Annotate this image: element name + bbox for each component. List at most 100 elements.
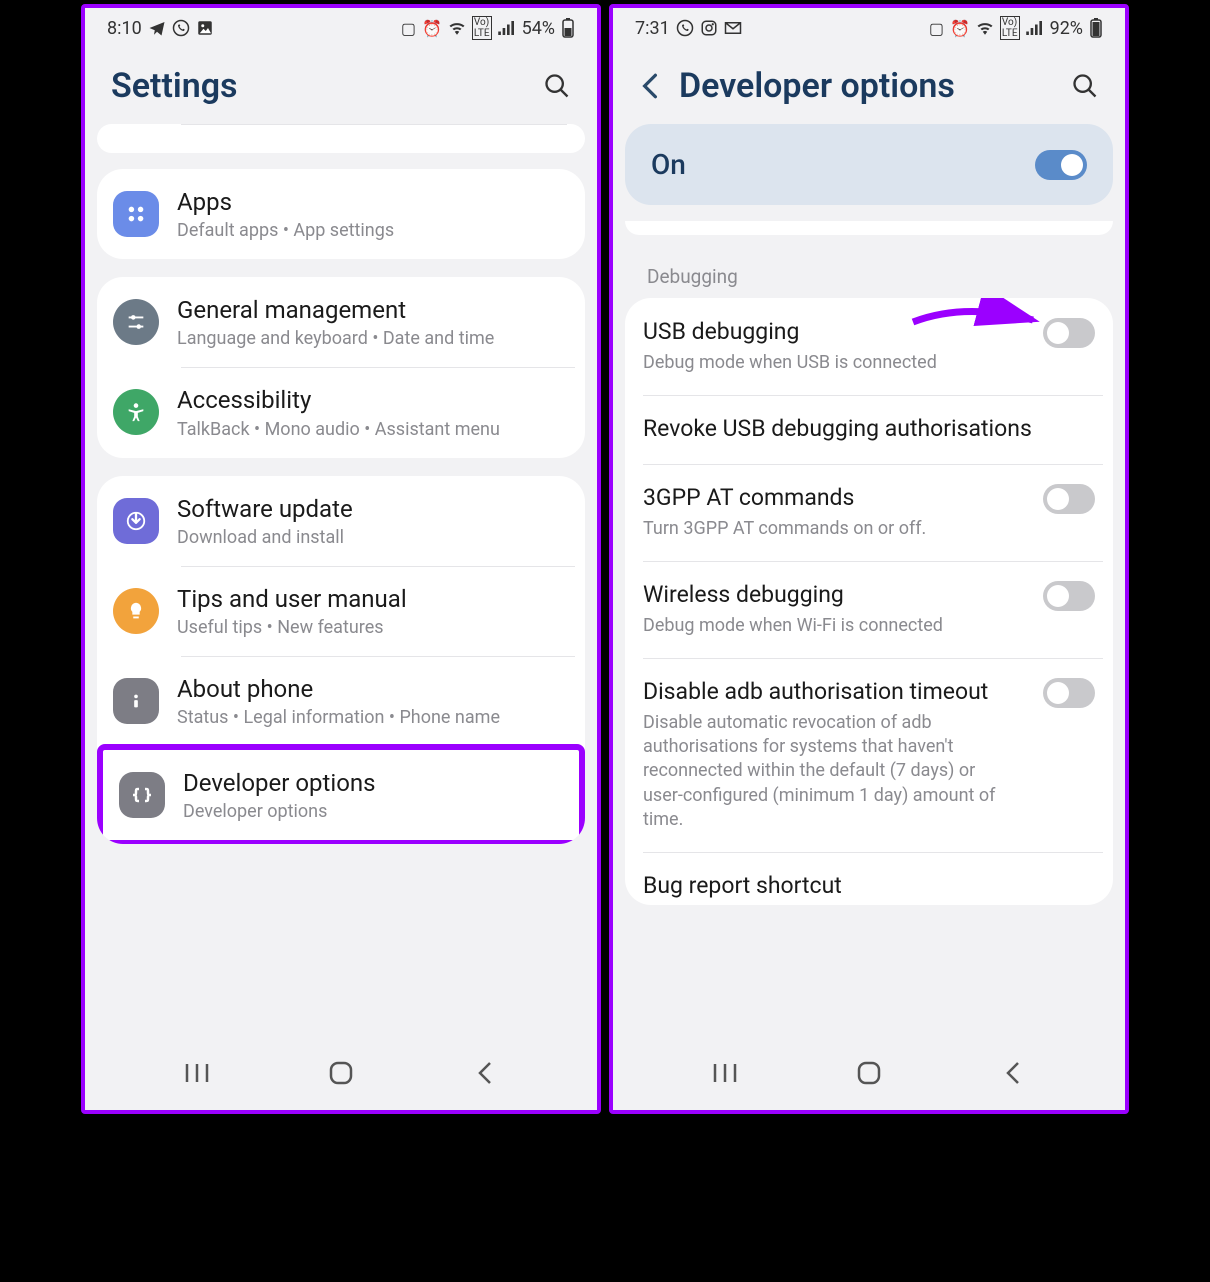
nav-back[interactable] bbox=[996, 1056, 1030, 1090]
wireless-debugging-toggle[interactable] bbox=[1043, 581, 1095, 611]
signal-icon bbox=[498, 21, 516, 35]
general-icon bbox=[113, 299, 159, 345]
usb-debugging-toggle[interactable] bbox=[1043, 318, 1095, 348]
volte-icon: Vo)LTE bbox=[1000, 16, 1020, 40]
settings-header: Settings bbox=[85, 44, 597, 124]
status-battery-text: 92% bbox=[1050, 18, 1083, 39]
status-battery-text: 54% bbox=[522, 18, 555, 39]
settings-item-developer[interactable]: Developer options Developer options bbox=[103, 750, 579, 840]
item-revoke-usb[interactable]: Revoke USB debugging authorisations bbox=[625, 395, 1113, 464]
master-toggle-label: On bbox=[651, 148, 686, 181]
partial-card bbox=[625, 221, 1113, 235]
settings-item-general[interactable]: General management Language and keyboard… bbox=[97, 277, 585, 367]
battery-saver-icon: ▢ bbox=[929, 19, 944, 38]
status-bar: 7:31 ▢ ⏰ Vo)LTE 92% bbox=[613, 8, 1125, 44]
item-sub: Disable automatic revocation of adb auth… bbox=[643, 711, 1013, 832]
item-sub: Useful tips • New features bbox=[177, 617, 569, 638]
partial-card bbox=[97, 124, 585, 153]
nav-home[interactable] bbox=[852, 1056, 886, 1090]
nav-back[interactable] bbox=[468, 1056, 502, 1090]
settings-card: Software update Download and install Tip… bbox=[97, 476, 585, 845]
search-icon[interactable] bbox=[1071, 72, 1099, 100]
item-title: Software update bbox=[177, 494, 569, 525]
tips-icon bbox=[113, 588, 159, 634]
accessibility-icon bbox=[113, 389, 159, 435]
apps-icon bbox=[113, 191, 159, 237]
whatsapp-icon bbox=[172, 19, 190, 37]
item-title: Apps bbox=[177, 187, 569, 218]
item-sub: Language and keyboard • Date and time bbox=[177, 328, 569, 349]
whatsapp-icon bbox=[676, 19, 694, 37]
item-sub: Default apps • App settings bbox=[177, 220, 569, 241]
battery-icon bbox=[1089, 18, 1103, 38]
gmail-icon bbox=[724, 21, 742, 35]
nav-home[interactable] bbox=[324, 1056, 358, 1090]
status-time: 7:31 bbox=[635, 18, 670, 39]
status-time: 8:10 bbox=[107, 18, 142, 39]
settings-card: General management Language and keyboard… bbox=[97, 277, 585, 457]
item-title: Tips and user manual bbox=[177, 584, 569, 615]
page-title: Developer options bbox=[679, 66, 955, 106]
settings-item-update[interactable]: Software update Download and install bbox=[97, 476, 585, 566]
item-title: General management bbox=[177, 295, 569, 326]
settings-card: Apps Default apps • App settings bbox=[97, 169, 585, 259]
settings-list[interactable]: Apps Default apps • App settings General… bbox=[85, 124, 597, 1040]
item-sub: Download and install bbox=[177, 527, 569, 548]
item-title: Bug report shortcut bbox=[643, 872, 1083, 901]
debugging-card: USB debugging Debug mode when USB is con… bbox=[625, 298, 1113, 905]
developer-list[interactable]: On Debugging USB debugging Debug mode wh… bbox=[613, 124, 1125, 1040]
settings-item-apps[interactable]: Apps Default apps • App settings bbox=[97, 169, 585, 259]
item-title: Accessibility bbox=[177, 385, 569, 416]
signal-icon bbox=[1026, 21, 1044, 35]
item-usb-debugging[interactable]: USB debugging Debug mode when USB is con… bbox=[625, 298, 1113, 395]
settings-item-tips[interactable]: Tips and user manual Useful tips • New f… bbox=[97, 566, 585, 656]
nav-bar bbox=[613, 1040, 1125, 1110]
developer-icon bbox=[119, 772, 165, 818]
wifi-icon bbox=[448, 21, 466, 35]
3gpp-toggle[interactable] bbox=[1043, 484, 1095, 514]
item-sub: Status • Legal information • Phone name bbox=[177, 707, 569, 728]
item-sub: Debug mode when USB is connected bbox=[643, 351, 1013, 375]
item-title: Wireless debugging bbox=[643, 581, 1013, 610]
item-bug-report[interactable]: Bug report shortcut bbox=[625, 852, 1113, 905]
item-title: About phone bbox=[177, 674, 569, 705]
phone-developer-options: 7:31 ▢ ⏰ Vo)LTE 92% bbox=[609, 4, 1129, 1114]
back-button[interactable] bbox=[639, 72, 661, 100]
about-icon bbox=[113, 678, 159, 724]
item-sub: Developer options bbox=[183, 801, 563, 822]
battery-icon bbox=[561, 18, 575, 38]
highlight-annotation: Developer options Developer options bbox=[97, 744, 585, 844]
status-bar: 8:10 ▢ ⏰ Vo)LTE 54% bbox=[85, 8, 597, 44]
wifi-icon bbox=[976, 21, 994, 35]
settings-item-accessibility[interactable]: Accessibility TalkBack • Mono audio • As… bbox=[97, 367, 585, 457]
master-toggle-row[interactable]: On bbox=[625, 124, 1113, 205]
item-title: 3GPP AT commands bbox=[643, 484, 1013, 513]
telegram-icon bbox=[148, 19, 166, 37]
alarm-icon: ⏰ bbox=[950, 19, 970, 38]
item-title: USB debugging bbox=[643, 318, 1013, 347]
item-title: Disable adb authorisation timeout bbox=[643, 678, 1013, 707]
nav-recents[interactable] bbox=[180, 1056, 214, 1090]
adb-timeout-toggle[interactable] bbox=[1043, 678, 1095, 708]
master-toggle[interactable] bbox=[1035, 150, 1087, 180]
section-label: Debugging bbox=[625, 251, 1113, 298]
item-wireless-debugging[interactable]: Wireless debugging Debug mode when Wi-Fi… bbox=[625, 561, 1113, 658]
item-title: Revoke USB debugging authorisations bbox=[643, 415, 1083, 444]
instagram-icon bbox=[700, 19, 718, 37]
settings-item-about[interactable]: About phone Status • Legal information •… bbox=[97, 656, 585, 746]
item-sub: Debug mode when Wi-Fi is connected bbox=[643, 614, 1013, 638]
item-3gpp[interactable]: 3GPP AT commands Turn 3GPP AT commands o… bbox=[625, 464, 1113, 561]
item-title: Developer options bbox=[183, 768, 563, 799]
nav-recents[interactable] bbox=[708, 1056, 742, 1090]
image-icon bbox=[196, 19, 214, 37]
battery-saver-icon: ▢ bbox=[401, 19, 416, 38]
item-sub: TalkBack • Mono audio • Assistant menu bbox=[177, 419, 569, 440]
alarm-icon: ⏰ bbox=[422, 19, 442, 38]
phone-settings: 8:10 ▢ ⏰ Vo)LTE 54% bbox=[81, 4, 601, 1114]
volte-icon: Vo)LTE bbox=[472, 16, 492, 40]
search-icon[interactable] bbox=[543, 72, 571, 100]
page-title: Settings bbox=[111, 66, 238, 106]
update-icon bbox=[113, 498, 159, 544]
item-adb-timeout[interactable]: Disable adb authorisation timeout Disabl… bbox=[625, 658, 1113, 852]
nav-bar bbox=[85, 1040, 597, 1110]
